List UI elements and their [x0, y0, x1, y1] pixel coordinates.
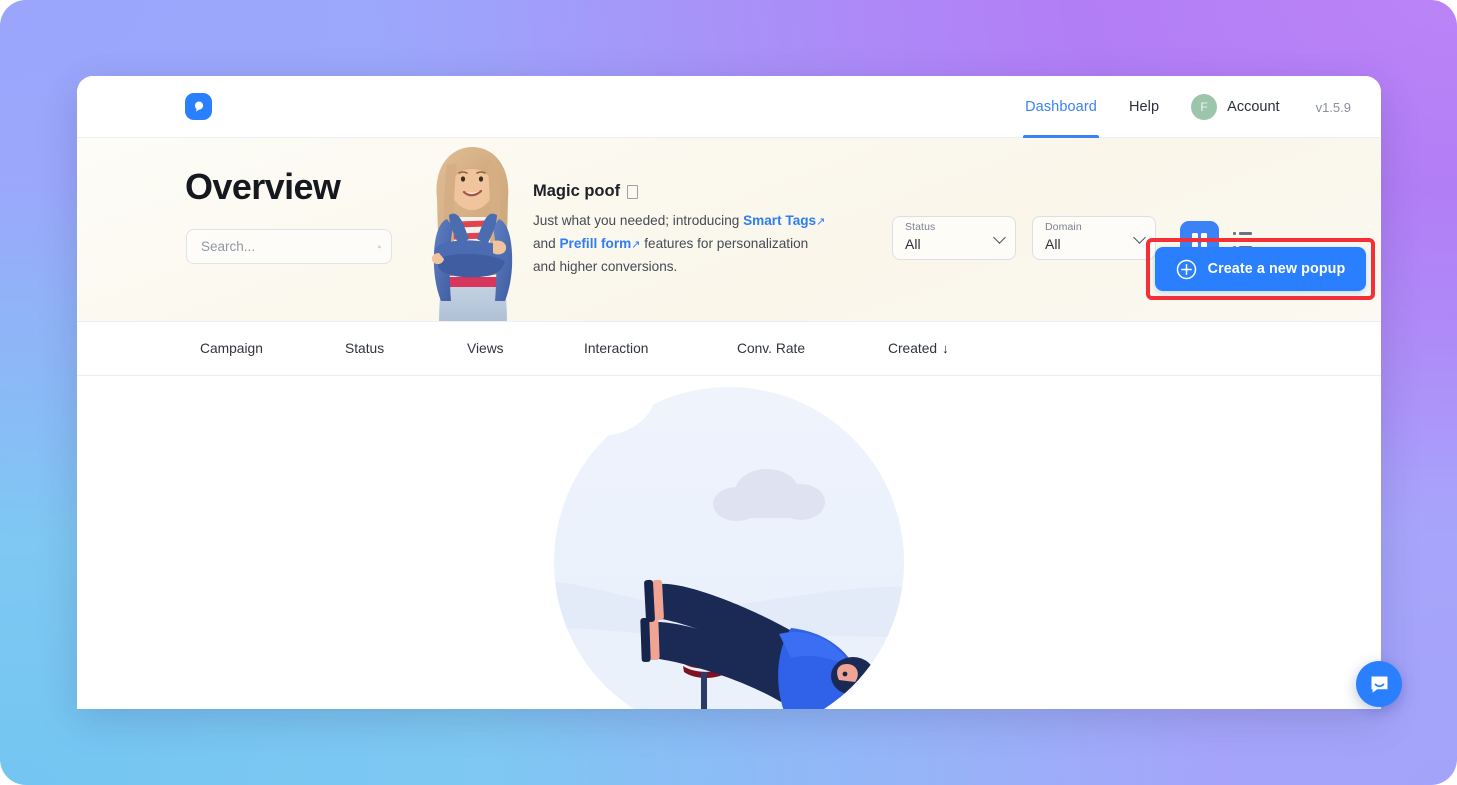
sort-descending-icon: ↓ — [942, 341, 949, 356]
nav-right-group: Dashboard Help F Account v1.5.9 — [1009, 76, 1351, 138]
search-input[interactable] — [201, 239, 378, 254]
status-filter-label: Status — [905, 221, 936, 233]
promo-line3: and higher conversions. — [533, 259, 678, 274]
promo-title: Magic poof — [533, 182, 853, 201]
search-icon — [378, 245, 381, 248]
app-logo[interactable] — [185, 93, 212, 120]
app-window: Dashboard Help F Account v1.5.9 Overview — [77, 76, 1381, 709]
top-navigation-bar: Dashboard Help F Account v1.5.9 — [77, 76, 1381, 138]
prefill-form-link[interactable]: Prefill form — [559, 236, 631, 251]
nav-item-dashboard-label: Dashboard — [1025, 99, 1097, 115]
campaign-table-header: Campaign Status Views Interaction Conv. … — [77, 322, 1381, 376]
account-menu[interactable]: F Account — [1175, 94, 1293, 120]
chat-launcher-button[interactable] — [1356, 661, 1402, 707]
column-header-conv-rate[interactable]: Conv. Rate — [737, 341, 805, 356]
nav-item-help[interactable]: Help — [1113, 76, 1175, 138]
promo-title-text: Magic poof — [533, 182, 621, 200]
mascot-illustration — [431, 147, 513, 321]
domain-filter[interactable]: Domain All — [1032, 216, 1156, 260]
domain-filter-value: All — [1045, 236, 1061, 252]
search-box[interactable] — [186, 229, 392, 264]
account-label: Account — [1227, 99, 1280, 115]
promo-block: Magic poof Just what you needed; introdu… — [533, 182, 853, 277]
external-link-icon-1: ↗ — [816, 216, 826, 228]
column-header-status[interactable]: Status — [345, 341, 384, 356]
column-header-created-label: Created — [888, 341, 938, 356]
smart-tags-link[interactable]: Smart Tags — [743, 213, 816, 228]
domain-filter-label: Domain — [1045, 221, 1082, 233]
column-header-views[interactable]: Views — [467, 341, 504, 356]
create-new-popup-label: Create a new popup — [1207, 261, 1346, 277]
nav-item-dashboard[interactable]: Dashboard — [1009, 76, 1113, 138]
person-falling-illustration — [554, 387, 904, 709]
status-filter[interactable]: Status All — [892, 216, 1016, 260]
column-header-campaign[interactable]: Campaign — [200, 341, 263, 356]
column-header-created[interactable]: Created ↓ — [888, 341, 949, 356]
plus-circle-icon — [1176, 259, 1196, 279]
promo-body: Just what you needed; introducing Smart … — [533, 210, 853, 277]
chat-launcher-wrapper — [1356, 661, 1402, 707]
chat-bubble-icon — [1371, 676, 1387, 693]
column-header-interaction[interactable]: Interaction — [584, 341, 648, 356]
hero-section: Overview Search... Magic poof Just what … — [77, 138, 1381, 322]
nav-item-help-label: Help — [1128, 99, 1160, 115]
avatar: F — [1191, 94, 1218, 120]
promo-line1-prefix: Just what you needed; introducing — [533, 213, 744, 228]
version-label: v1.5.9 — [1315, 99, 1351, 115]
promo-line2-suffix: features for personalization — [640, 236, 809, 251]
page-title: Overview — [185, 166, 341, 207]
desktop-background: Dashboard Help F Account v1.5.9 Overview — [0, 0, 1457, 785]
promo-line2-prefix: and — [533, 236, 560, 251]
popupsmart-logo-icon — [185, 93, 212, 120]
missing-glyph-icon — [627, 184, 639, 199]
empty-state-area — [77, 376, 1381, 709]
status-filter-value: All — [905, 236, 921, 252]
create-new-popup-button[interactable]: Create a new popup — [1155, 247, 1366, 291]
